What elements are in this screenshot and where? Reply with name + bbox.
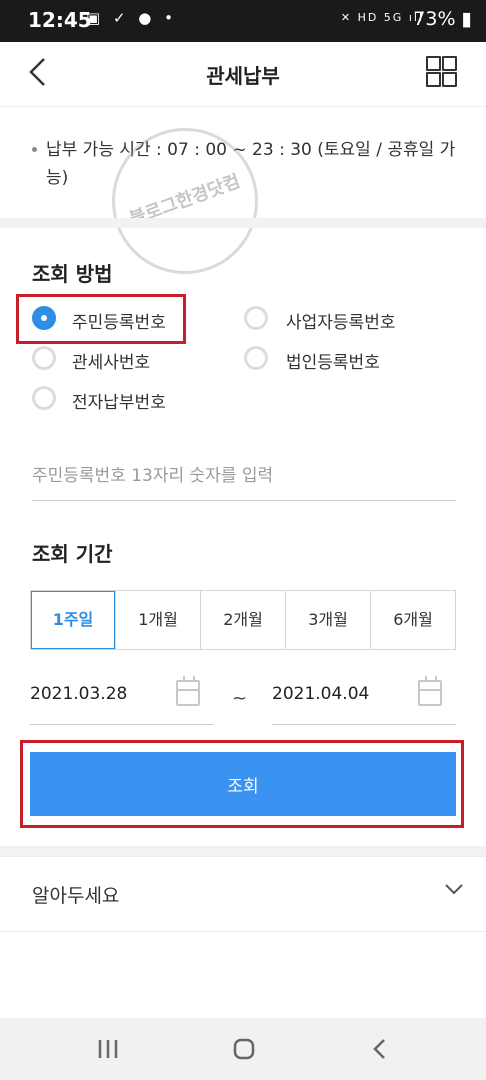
period-6-month-button[interactable]: 6개월 [370, 591, 455, 649]
end-date-field[interactable]: 2021.04.04 [272, 674, 456, 725]
period-2-month-button[interactable]: 2개월 [200, 591, 285, 649]
home-icon[interactable] [224, 1032, 264, 1066]
start-date-value: 2021.03.28 [30, 684, 128, 704]
radio-label: 관세사번호 [72, 353, 151, 373]
notification-icons: ▣ ✓ ● • [86, 9, 177, 27]
radio-label: 법인등록번호 [286, 353, 380, 373]
calendar-icon[interactable] [418, 676, 442, 706]
page-title: 관세납부 [206, 64, 280, 88]
radio-option-e-payment-number[interactable]: 전자납부번호 [30, 386, 230, 414]
date-separator: ~ [232, 688, 248, 709]
query-period-title: 조회 기간 [32, 542, 113, 566]
radio-selected-icon[interactable] [32, 306, 56, 330]
period-3-month-button[interactable]: 3개월 [285, 591, 370, 649]
radio-label: 사업자등록번호 [286, 313, 396, 333]
status-bar: 12:45 ▣ ✓ ● • ✕ HD 5G ıll 73% ▮ [0, 0, 486, 42]
section-divider [0, 218, 486, 228]
radio-label: 주민등록번호 [72, 313, 166, 333]
grid-menu-icon[interactable] [426, 56, 457, 87]
radio-option-business-number[interactable]: 사업자등록번호 [244, 306, 444, 334]
accordion-label: 알아두세요 [32, 885, 120, 907]
status-time: 12:45 [28, 8, 92, 32]
period-1-month-button[interactable]: 1개월 [115, 591, 200, 649]
bullet-icon [32, 147, 37, 152]
app-header: 관세납부 [0, 42, 486, 107]
section-divider [0, 846, 486, 856]
notice-accordion[interactable]: 알아두세요 [0, 856, 486, 932]
nav-back-icon[interactable] [360, 1032, 400, 1066]
radio-option-corporate-number[interactable]: 법인등록번호 [244, 346, 444, 374]
radio-option-resident-number[interactable]: 주민등록번호 [30, 306, 230, 334]
radio-icon[interactable] [32, 386, 56, 410]
radio-label: 전자납부번호 [72, 393, 166, 413]
battery-level: 73% ▮ [413, 8, 472, 30]
radio-icon[interactable] [244, 346, 268, 370]
resident-number-input[interactable] [32, 452, 456, 501]
period-selector: 1주일 1개월 2개월 3개월 6개월 [30, 590, 456, 650]
chevron-down-icon[interactable] [444, 879, 464, 899]
period-1-week-button[interactable]: 1주일 [31, 591, 115, 649]
radio-option-customs-broker-number[interactable]: 관세사번호 [30, 346, 230, 374]
end-date-value: 2021.04.04 [272, 684, 370, 704]
query-button[interactable]: 조회 [30, 752, 456, 816]
radio-icon[interactable] [32, 346, 56, 370]
signal-icons: ✕ HD 5G ıll [340, 11, 424, 24]
calendar-icon[interactable] [176, 676, 200, 706]
radio-icon[interactable] [244, 306, 268, 330]
query-method-title: 조회 방법 [32, 262, 113, 286]
start-date-field[interactable]: 2021.03.28 [30, 674, 214, 725]
recent-apps-icon[interactable] [88, 1032, 128, 1066]
system-nav-bar [0, 1018, 486, 1080]
